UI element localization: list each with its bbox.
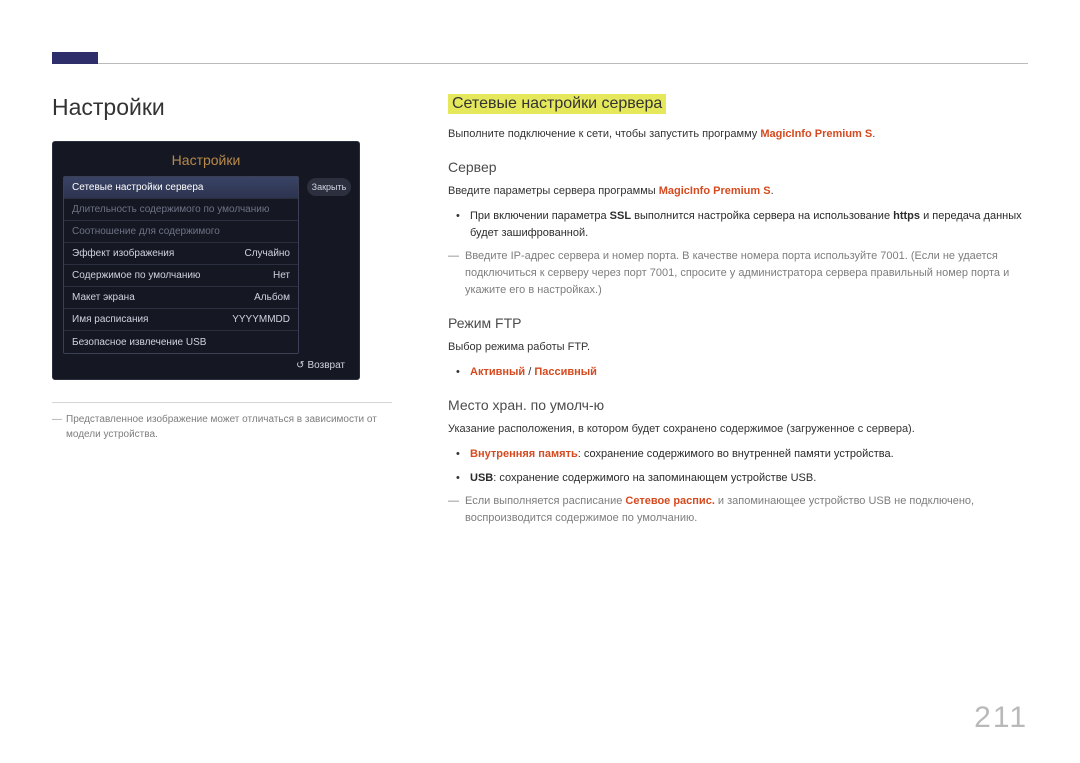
ftp-paragraph: Выбор режима работы FTP.	[448, 339, 1028, 356]
storage-subheading: Место хран. по умолч-ю	[448, 397, 1028, 413]
text: .	[771, 185, 774, 197]
osd-item-value: YYYYMMDD	[232, 314, 290, 325]
ssl-term: SSL	[610, 210, 631, 222]
ftp-passive: Пассивный	[534, 366, 597, 378]
net-schedule-term: Сетевое распис.	[625, 495, 714, 507]
text: Введите параметры сервера программы	[448, 185, 659, 197]
internal-memory-term: Внутренняя память	[470, 448, 578, 460]
server-paragraph: Введите параметры сервера программы Magi…	[448, 183, 1028, 200]
ftp-active: Активный	[470, 366, 525, 378]
osd-item-label: Соотношение для содержимого	[72, 226, 220, 237]
product-name: MagicInfo Premium S	[659, 185, 771, 197]
ftp-subheading: Режим FTP	[448, 315, 1028, 331]
text: При включении параметра	[470, 210, 610, 222]
storage-internal-bullet: Внутренняя память: сохранение содержимог…	[470, 446, 1028, 463]
page-header	[52, 0, 1028, 64]
osd-panel: Настройки Сетевые настройки сервера Длит…	[52, 141, 360, 380]
storage-note: ― Если выполняется расписание Сетевое ра…	[448, 493, 1028, 527]
text: : сохранение содержимого во внутренней п…	[578, 448, 894, 460]
text: выполнится настройка сервера на использо…	[631, 210, 893, 222]
osd-item-value: Нет	[273, 270, 290, 281]
osd-item-server-settings[interactable]: Сетевые настройки сервера	[64, 177, 298, 199]
left-disclaimer: ― Представленное изображение может отлич…	[52, 413, 392, 442]
ftp-mode-bullet: Активный / Пассивный	[470, 364, 1028, 381]
osd-menu: Сетевые настройки сервера Длительность с…	[63, 176, 299, 354]
usb-term: USB	[470, 472, 493, 484]
osd-item-content-ratio[interactable]: Соотношение для содержимого	[64, 221, 298, 243]
text: Выполните подключение к сети, чтобы запу…	[448, 128, 760, 140]
server-subheading: Сервер	[448, 159, 1028, 175]
osd-item-label: Сетевые настройки сервера	[72, 182, 203, 193]
osd-return-label: Возврат	[308, 360, 346, 371]
osd-item-default-duration[interactable]: Длительность содержимого по умолчанию	[64, 199, 298, 221]
divider	[52, 402, 392, 403]
right-section-title: Сетевые настройки сервера	[448, 94, 666, 114]
header-accent	[52, 52, 98, 64]
storage-usb-bullet: USB: сохранение содержимого на запоминаю…	[470, 470, 1028, 487]
dash-icon: ―	[448, 493, 465, 527]
server-ssl-bullet: При включении параметра SSL выполнится н…	[470, 208, 1028, 242]
return-icon: ↺	[296, 360, 304, 371]
osd-item-value: Альбом	[254, 292, 290, 303]
dash-icon: ―	[448, 248, 465, 299]
intro-paragraph: Выполните подключение к сети, чтобы запу…	[448, 126, 1028, 143]
text: Если выполняется расписание	[465, 495, 625, 507]
storage-paragraph: Указание расположения, в котором будет с…	[448, 421, 1028, 438]
osd-footer: ↺ Возврат	[63, 354, 349, 373]
text: .	[872, 128, 875, 140]
osd-close-button[interactable]: Закрыть	[307, 178, 351, 196]
disclaimer-text: Представленное изображение может отличат…	[66, 413, 392, 442]
osd-item-safe-usb-remove[interactable]: Безопасное извлечение USB	[64, 331, 298, 353]
server-note: ― Введите IP-адрес сервера и номер порта…	[448, 248, 1028, 299]
osd-title: Настройки	[63, 152, 349, 168]
dash-icon: ―	[52, 413, 66, 442]
left-heading: Настройки	[52, 94, 392, 121]
osd-item-label: Эффект изображения	[72, 248, 174, 259]
osd-item-label: Имя расписания	[72, 314, 148, 325]
osd-item-label: Макет экрана	[72, 292, 135, 303]
osd-item-label: Длительность содержимого по умолчанию	[72, 204, 269, 215]
note-text: Если выполняется расписание Сетевое расп…	[465, 493, 1028, 527]
product-name: MagicInfo Premium S	[760, 128, 872, 140]
text: : сохранение содержимого на запоминающем…	[493, 472, 816, 484]
osd-item-label: Безопасное извлечение USB	[72, 337, 206, 348]
osd-item-screen-layout[interactable]: Макет экрана Альбом	[64, 287, 298, 309]
osd-item-schedule-name[interactable]: Имя расписания YYYYMMDD	[64, 309, 298, 331]
page-number: 211	[974, 701, 1028, 735]
https-term: https	[893, 210, 920, 222]
note-text: Введите IP-адрес сервера и номер порта. …	[465, 248, 1028, 299]
osd-item-image-effect[interactable]: Эффект изображения Случайно	[64, 243, 298, 265]
osd-item-value: Случайно	[245, 248, 291, 259]
text: /	[525, 366, 534, 378]
osd-item-label: Содержимое по умолчанию	[72, 270, 200, 281]
osd-item-default-content[interactable]: Содержимое по умолчанию Нет	[64, 265, 298, 287]
